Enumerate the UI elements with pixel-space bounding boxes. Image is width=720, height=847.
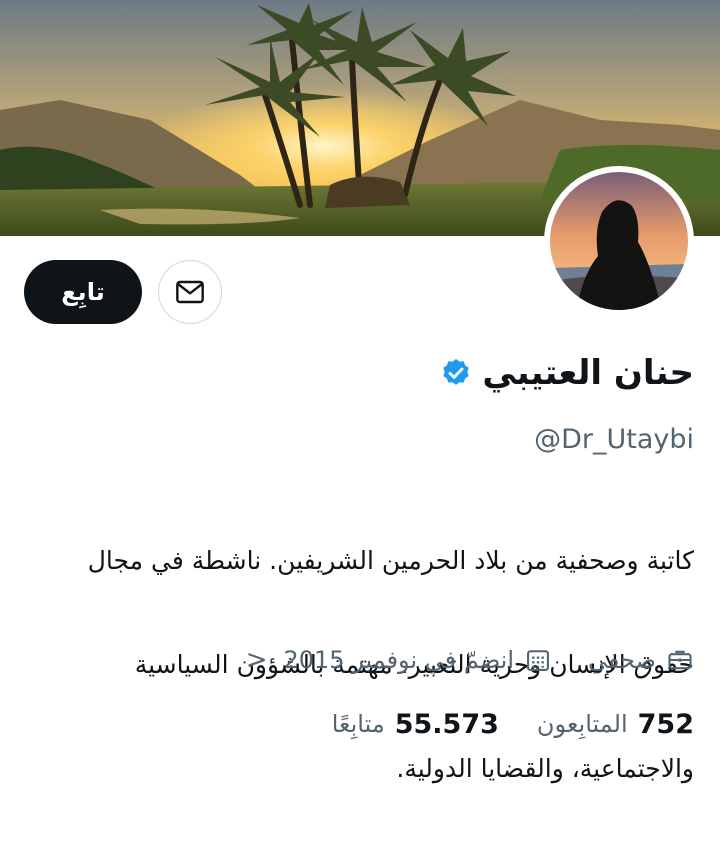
display-name: حنان العتيبي [482, 353, 694, 393]
profession-item: صحفي [588, 646, 694, 674]
name-row: حنان العتيبي [440, 348, 694, 398]
profile-stats: 752 المتابِعون 55.573 متابِعًا [332, 700, 694, 748]
mail-icon [176, 280, 204, 304]
chevron-left-icon[interactable]: < [246, 645, 268, 675]
followers-count[interactable]: 752 [638, 709, 694, 740]
bio-line: كاتبة وصحفية من بلاد الحرمين الشريفين. ن… [87, 546, 694, 575]
briefcase-icon [668, 650, 692, 670]
message-button[interactable] [158, 260, 222, 324]
user-handle: @Dr_Utaybi [534, 424, 694, 455]
verified-badge-icon[interactable] [440, 357, 472, 389]
profession-label: صحفي [587, 646, 656, 674]
bio-line: والاجتماعية، والقضايا الدولية. [396, 754, 694, 783]
follow-button[interactable]: تابِع [24, 260, 142, 324]
avatar-image [550, 172, 688, 310]
calendar-icon [527, 650, 549, 671]
joined-item: انضمّ في نوفمبر 2015 [284, 646, 552, 674]
profile-avatar[interactable] [544, 166, 694, 316]
followers-label[interactable]: المتابِعون [537, 710, 628, 738]
joined-date: انضمّ في نوفمبر 2015 [283, 646, 514, 674]
following-label[interactable]: متابِعًا [332, 710, 385, 738]
profile-meta: صحفي انضمّ في نوفمبر 2015 < [246, 638, 694, 682]
following-count[interactable]: 55.573 [395, 709, 499, 740]
